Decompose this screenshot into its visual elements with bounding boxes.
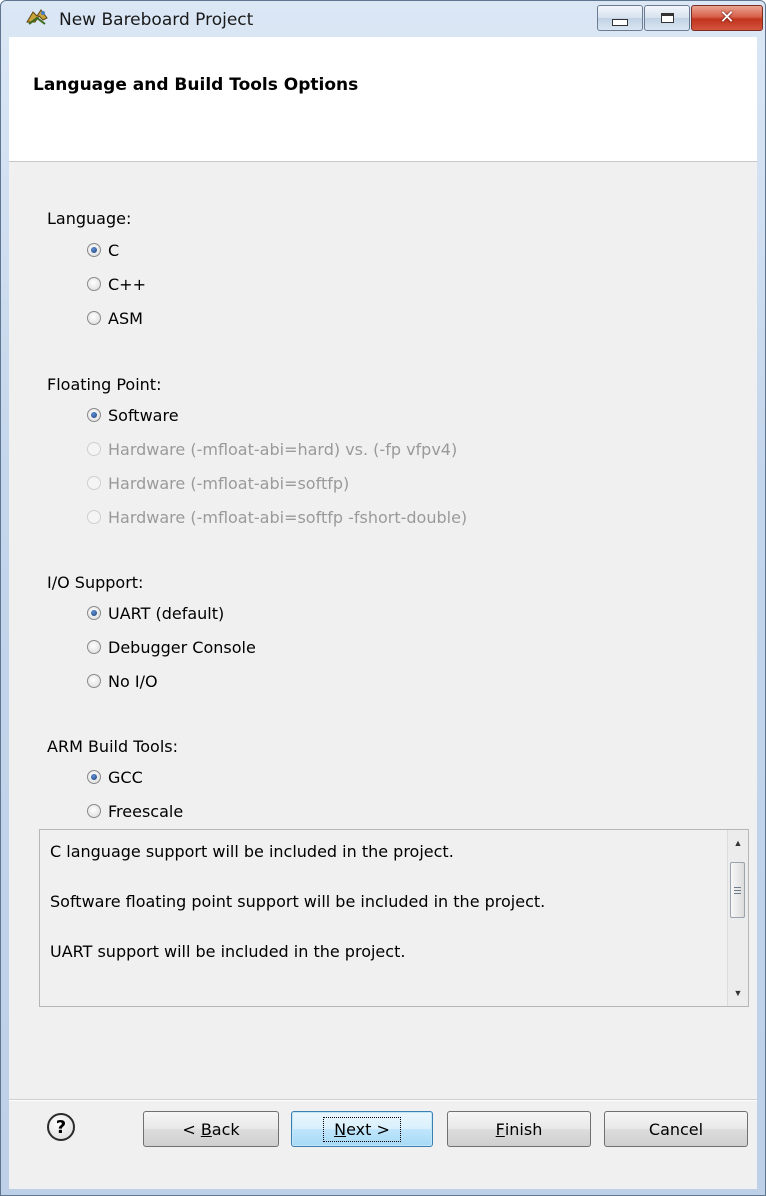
- radio-io-debugger-console[interactable]: Debugger Console: [87, 636, 256, 658]
- radio-language-c[interactable]: C: [87, 239, 119, 261]
- radio-checked-icon: [87, 243, 101, 257]
- back-button-prefix: <: [182, 1119, 201, 1139]
- radio-disabled-icon: [87, 442, 101, 456]
- radio-fp-hardware-hard: Hardware (-mfloat-abi=hard) vs. (-fp vfp…: [87, 438, 457, 460]
- radio-unchecked-icon: [87, 804, 101, 818]
- maximize-button[interactable]: [644, 5, 690, 31]
- cancel-button-label: Cancel: [648, 1119, 704, 1139]
- radio-fp-hardware-softfp-short-double: Hardware (-mfloat-abi=softfp -fshort-dou…: [87, 506, 467, 528]
- radio-disabled-icon: [87, 510, 101, 524]
- radio-label: Debugger Console: [108, 637, 256, 657]
- radio-label: No I/O: [108, 671, 158, 691]
- back-button[interactable]: < Back: [143, 1111, 279, 1147]
- radio-label: Hardware (-mfloat-abi=hard) vs. (-fp vfp…: [108, 439, 458, 459]
- radio-checked-icon: [87, 770, 101, 784]
- eclipse-project-icon: [25, 8, 49, 28]
- focus-rectangle: Next >: [323, 1116, 401, 1142]
- radio-unchecked-icon: [87, 277, 101, 291]
- radio-tools-freescale[interactable]: Freescale: [87, 800, 183, 822]
- close-button[interactable]: ✕: [691, 5, 763, 31]
- radio-unchecked-icon: [87, 640, 101, 654]
- next-button-mnemonic: N: [334, 1119, 347, 1139]
- radio-io-uart[interactable]: UART (default): [87, 602, 224, 624]
- help-icon[interactable]: ?: [47, 1113, 75, 1141]
- radio-label: Freescale: [108, 801, 184, 821]
- window-title: New Bareboard Project: [59, 10, 254, 30]
- io-support-label: I/O Support:: [47, 573, 144, 592]
- description-text-area[interactable]: C language support will be included in t…: [39, 829, 749, 1007]
- radio-label: Hardware (-mfloat-abi=softfp -fshort-dou…: [108, 507, 468, 527]
- page-title: Language and Build Tools Options: [33, 75, 359, 95]
- dialog-window: New Bareboard Project ✕ Language and Bui…: [0, 0, 766, 1196]
- vertical-scrollbar[interactable]: ▲ ▼: [727, 830, 748, 1006]
- finish-button-rest: inish: [504, 1119, 543, 1139]
- scroll-down-icon[interactable]: ▼: [728, 984, 748, 1002]
- radio-unchecked-icon: [87, 674, 101, 688]
- radio-label: C++: [108, 274, 146, 294]
- next-button-rest: ext >: [346, 1119, 390, 1139]
- next-button[interactable]: Next >: [291, 1111, 433, 1147]
- help-glyph: ?: [55, 1116, 67, 1138]
- title-bar[interactable]: New Bareboard Project ✕: [1, 1, 765, 37]
- language-label: Language:: [47, 209, 132, 228]
- radio-label: UART (default): [108, 603, 225, 623]
- radio-checked-icon: [87, 408, 101, 422]
- dialog-client-area: Language and Build Tools Options Languag…: [9, 37, 757, 1189]
- radio-checked-icon: [87, 606, 101, 620]
- radio-label: Hardware (-mfloat-abi=softfp): [108, 473, 350, 493]
- radio-fp-software[interactable]: Software: [87, 404, 179, 426]
- grip-icon: [734, 886, 741, 894]
- scroll-thumb[interactable]: [730, 862, 745, 918]
- radio-fp-hardware-softfp: Hardware (-mfloat-abi=softfp): [87, 472, 349, 494]
- radio-tools-gcc[interactable]: GCC: [87, 766, 143, 788]
- button-bar-separator: [9, 1099, 757, 1101]
- back-button-mnemonic: B: [200, 1119, 212, 1139]
- finish-button-mnemonic: F: [495, 1119, 505, 1139]
- radio-unchecked-icon: [87, 311, 101, 325]
- scroll-up-icon[interactable]: ▲: [728, 834, 748, 852]
- radio-disabled-icon: [87, 476, 101, 490]
- radio-label: ASM: [108, 308, 143, 328]
- build-tools-label: ARM Build Tools:: [47, 737, 179, 756]
- cancel-button[interactable]: Cancel: [604, 1111, 748, 1147]
- radio-label: Software: [108, 405, 179, 425]
- radio-label: C: [108, 240, 120, 260]
- wizard-banner: Language and Build Tools Options: [9, 37, 757, 162]
- maximize-icon: [660, 13, 674, 23]
- minimize-icon: [612, 18, 628, 26]
- radio-language-asm[interactable]: ASM: [87, 307, 143, 329]
- finish-button[interactable]: Finish: [447, 1111, 591, 1147]
- minimize-button[interactable]: [597, 5, 643, 31]
- description-line: C language support will be included in t…: [50, 842, 454, 861]
- description-line: UART support will be included in the pro…: [50, 942, 406, 961]
- floating-point-label: Floating Point:: [47, 375, 162, 394]
- radio-language-cpp[interactable]: C++: [87, 273, 146, 295]
- radio-io-none[interactable]: No I/O: [87, 670, 158, 692]
- back-button-rest: ack: [211, 1119, 240, 1139]
- radio-label: GCC: [108, 767, 143, 787]
- close-icon: ✕: [719, 7, 735, 28]
- description-line: Software floating point support will be …: [50, 892, 546, 911]
